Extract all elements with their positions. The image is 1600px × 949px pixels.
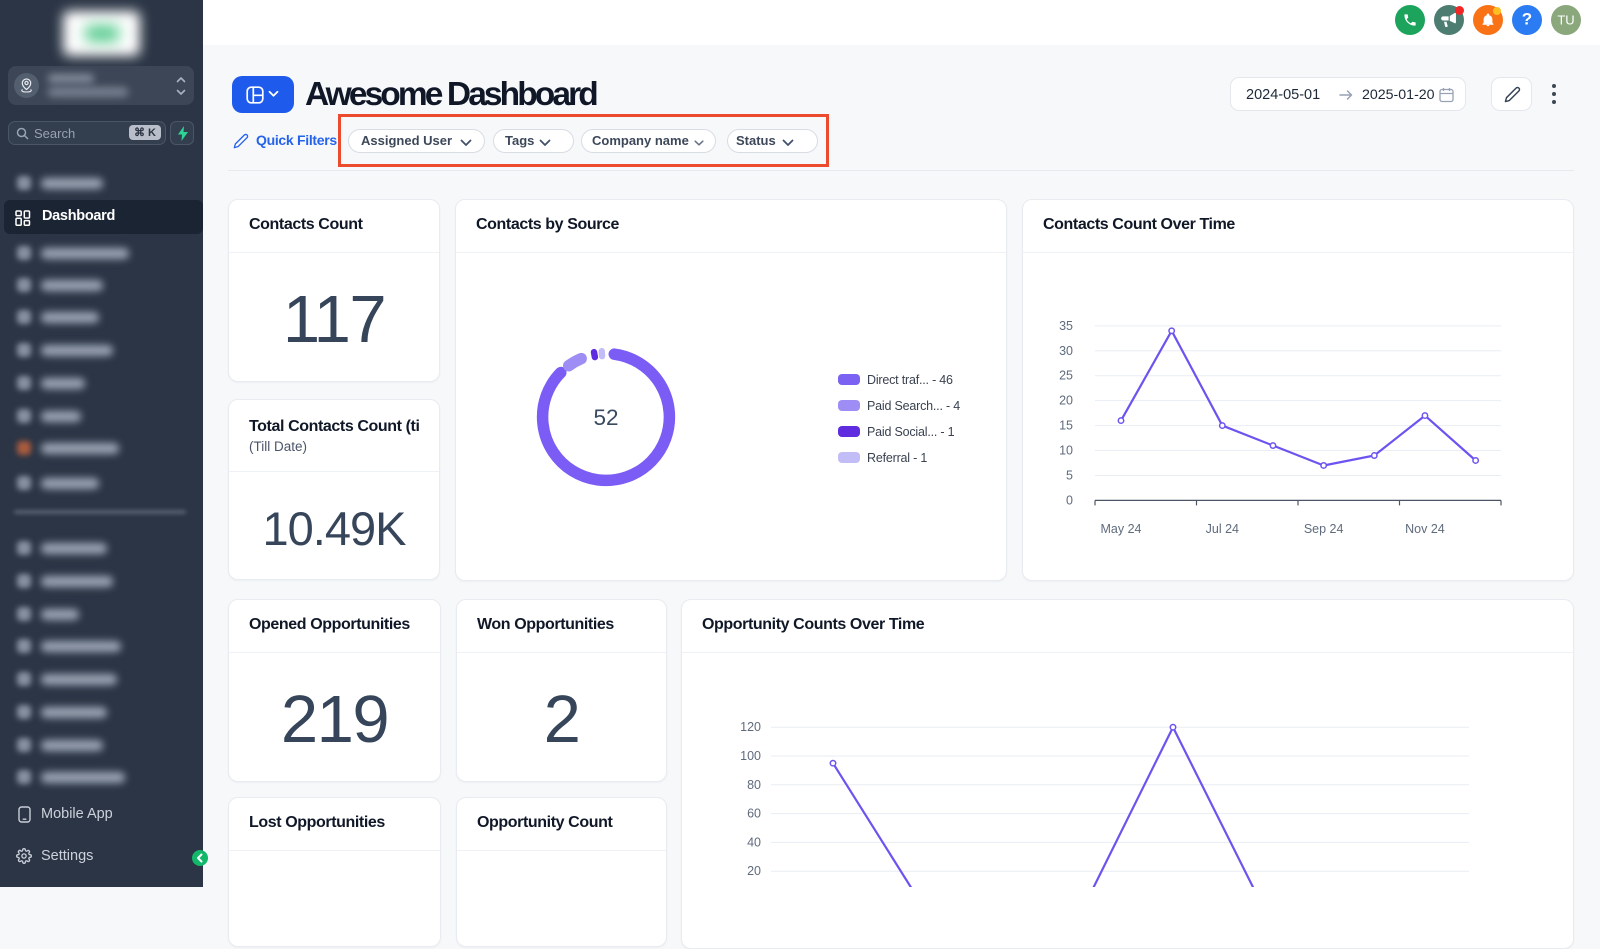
svg-text:40: 40 [747,835,761,849]
svg-text:Jul 24: Jul 24 [1206,522,1239,536]
svg-text:10: 10 [1059,444,1073,458]
svg-text:0: 0 [1066,493,1073,507]
svg-text:80: 80 [747,778,761,792]
svg-text:52: 52 [593,405,618,430]
svg-text:5: 5 [1066,468,1073,482]
svg-text:100: 100 [740,749,761,763]
svg-text:Sep 24: Sep 24 [1304,522,1344,536]
svg-text:60: 60 [747,807,761,821]
svg-text:May 24: May 24 [1101,522,1142,536]
svg-text:35: 35 [1059,319,1073,333]
svg-text:20: 20 [1059,394,1073,408]
svg-text:20: 20 [747,864,761,878]
svg-text:Nov 24: Nov 24 [1405,522,1445,536]
svg-text:120: 120 [740,720,761,734]
svg-text:15: 15 [1059,419,1073,433]
svg-text:25: 25 [1059,369,1073,383]
svg-text:30: 30 [1059,344,1073,358]
